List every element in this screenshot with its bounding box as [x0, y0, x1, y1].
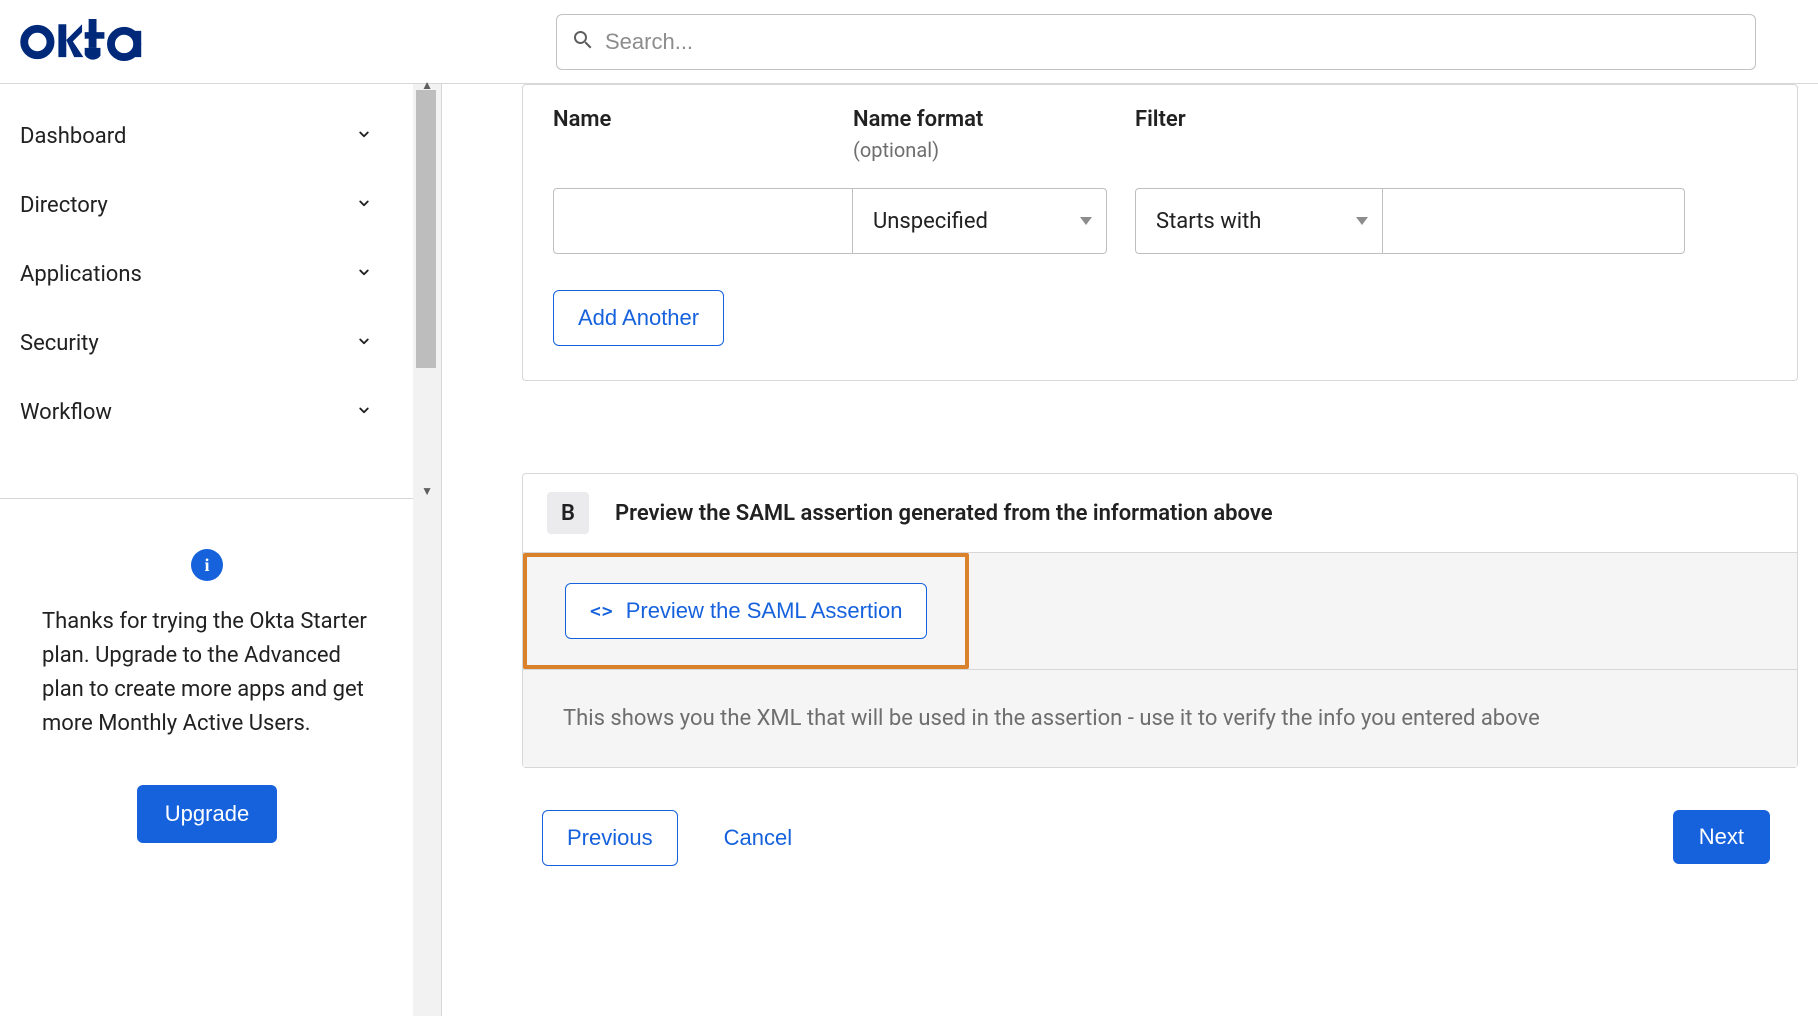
highlight-box: <> Preview the SAML Assertion	[523, 553, 969, 669]
col-name: Name	[553, 107, 853, 162]
dropdown-icon	[1080, 217, 1092, 225]
sidebar-item-applications[interactable]: Applications	[0, 240, 413, 309]
dropdown-icon	[1356, 217, 1368, 225]
sidebar-scrollbar[interactable]: ▲ ▼	[413, 84, 441, 1016]
sidebar-item-label: Security	[20, 331, 99, 356]
previous-button[interactable]: Previous	[542, 810, 678, 866]
name-format-select[interactable]: Unspecified	[853, 188, 1107, 254]
okta-logo	[16, 17, 166, 67]
column-headers: Name Name format (optional) Filter	[553, 107, 1767, 162]
filter-value-input[interactable]	[1383, 188, 1685, 254]
sidebar-item-security[interactable]: Security	[0, 309, 413, 378]
chevron-down-icon	[355, 124, 373, 149]
attribute-row: Unspecified Starts with	[553, 188, 1767, 254]
sidebar-item-directory[interactable]: Directory	[0, 171, 413, 240]
section-b-header: B Preview the SAML assertion generated f…	[523, 474, 1797, 552]
add-another-button[interactable]: Add Another	[553, 290, 724, 346]
upgrade-button[interactable]: Upgrade	[137, 785, 277, 843]
scroll-down-icon[interactable]: ▼	[413, 484, 441, 498]
sidebar-item-dashboard[interactable]: Dashboard	[0, 102, 413, 171]
promo-box: i Thanks for trying the Okta Starter pla…	[0, 498, 414, 883]
preview-saml-button[interactable]: <> Preview the SAML Assertion	[565, 583, 927, 639]
chevron-down-icon	[355, 193, 373, 218]
filter-value: Starts with	[1156, 209, 1261, 234]
col-format-label: Name format	[853, 107, 983, 132]
cancel-button[interactable]: Cancel	[724, 825, 792, 851]
scroll-thumb[interactable]	[416, 90, 436, 368]
col-filter: Filter	[1135, 107, 1435, 162]
sidebar-item-label: Applications	[20, 262, 142, 287]
search-icon	[571, 28, 595, 56]
name-input[interactable]	[553, 188, 853, 254]
name-format-value: Unspecified	[873, 209, 988, 234]
preview-description: This shows you the XML that will be used…	[523, 669, 1797, 767]
promo-text: Thanks for trying the Okta Starter plan.…	[42, 605, 372, 741]
group-attribute-card: Name Name format (optional) Filter Unspe…	[522, 84, 1798, 381]
sidebar-item-label: Dashboard	[20, 124, 126, 149]
preview-btn-label: Preview the SAML Assertion	[626, 598, 903, 624]
filter-select[interactable]: Starts with	[1135, 188, 1383, 254]
main-content: Name Name format (optional) Filter Unspe…	[442, 84, 1818, 1016]
col-filter-label: Filter	[1135, 107, 1186, 132]
preview-zone: <> Preview the SAML Assertion This shows…	[523, 552, 1797, 767]
sidebar-nav: Dashboard Directory Applications Securit…	[0, 84, 413, 1016]
step-badge: B	[547, 492, 589, 534]
footer-buttons: Previous Cancel Next	[522, 768, 1798, 866]
sidebar-item-label: Workflow	[20, 400, 112, 425]
section-b-title: Preview the SAML assertion generated fro…	[615, 501, 1273, 526]
search-box[interactable]	[556, 14, 1756, 70]
col-name-label: Name	[553, 107, 611, 132]
section-b-card: B Preview the SAML assertion generated f…	[522, 473, 1798, 768]
sidebar-item-workflow[interactable]: Workflow	[0, 378, 413, 447]
chevron-down-icon	[355, 262, 373, 287]
next-button[interactable]: Next	[1673, 810, 1770, 864]
col-format: Name format (optional)	[853, 107, 1135, 162]
sidebar: Dashboard Directory Applications Securit…	[0, 84, 442, 1016]
top-header	[0, 0, 1818, 84]
chevron-down-icon	[355, 400, 373, 425]
col-format-optional: (optional)	[853, 138, 1135, 162]
search-input[interactable]	[605, 29, 1741, 55]
info-icon: i	[191, 549, 223, 581]
code-icon: <>	[590, 601, 614, 622]
chevron-down-icon	[355, 331, 373, 356]
sidebar-item-label: Directory	[20, 193, 108, 218]
